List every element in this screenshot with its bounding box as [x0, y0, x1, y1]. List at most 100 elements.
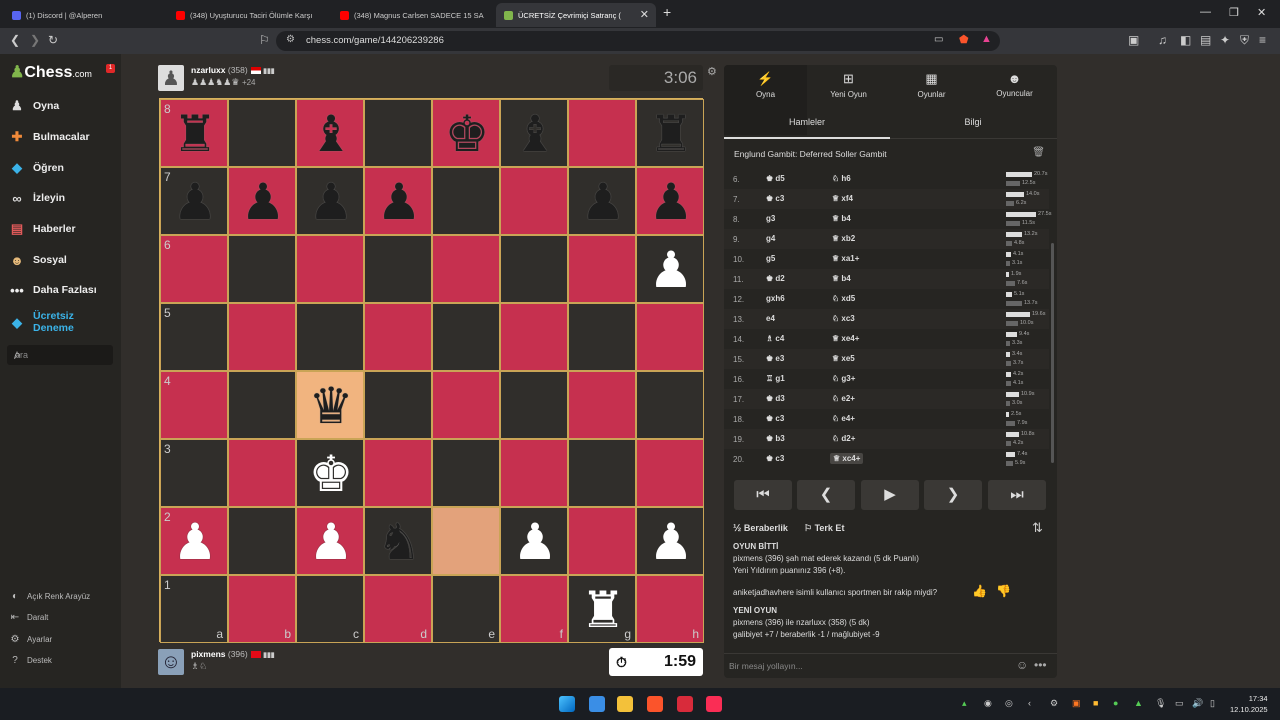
square-b5[interactable] — [228, 303, 296, 371]
gear-icon[interactable]: ⚙ — [707, 65, 717, 78]
apple-music-icon[interactable] — [706, 696, 722, 712]
tab-moves[interactable]: Hamleler — [724, 117, 890, 127]
square-d5[interactable] — [364, 303, 432, 371]
black-move[interactable]: ♘ d2+ — [832, 434, 855, 443]
square-e8[interactable]: ♚ — [432, 99, 500, 167]
settings-button[interactable]: ⚙ Ayarlar — [9, 634, 53, 645]
start-icon[interactable] — [559, 696, 575, 712]
chess-piece[interactable]: ♟ — [637, 236, 705, 304]
square-c3[interactable]: ♚ — [296, 439, 364, 507]
white-move[interactable]: e4 — [766, 314, 775, 323]
square-a7[interactable]: 7 ♟ — [160, 167, 228, 235]
file-explorer-icon[interactable] — [617, 696, 633, 712]
square-g4[interactable] — [568, 371, 636, 439]
tab-players[interactable]: ☻ Oyuncular — [973, 71, 1056, 98]
square-f8[interactable]: ♝ — [500, 99, 568, 167]
chess-piece[interactable]: ♞ — [365, 508, 433, 576]
music-icon[interactable]: ♫ — [1158, 33, 1167, 47]
square-h5[interactable] — [636, 303, 704, 371]
square-e1[interactable]: e — [432, 575, 500, 643]
chess-logo[interactable]: ♟Chess.com — [10, 62, 92, 82]
square-d6[interactable] — [364, 235, 432, 303]
square-a6[interactable]: 6 — [160, 235, 228, 303]
tray-icon[interactable]: ▲ — [1134, 698, 1143, 708]
square-a2[interactable]: 2 ♟ — [160, 507, 228, 575]
brave-icon[interactable] — [647, 696, 663, 712]
white-move[interactable]: ♚ c3 — [766, 454, 784, 463]
chess-piece[interactable]: ♟ — [637, 508, 705, 576]
draw-button[interactable]: ½ Beraberlik — [733, 523, 788, 534]
opening-name[interactable]: Englund Gambit: Deferred Soller Gambit — [734, 149, 887, 159]
back-icon[interactable]: ❮ — [10, 33, 20, 47]
chess-piece[interactable]: ♚ — [433, 100, 501, 168]
prev-move-button[interactable]: ❮ — [797, 480, 855, 510]
square-g8[interactable] — [568, 99, 636, 167]
chess-piece[interactable]: ♟ — [569, 168, 637, 236]
square-e3[interactable] — [432, 439, 500, 507]
square-g2[interactable] — [568, 507, 636, 575]
square-g3[interactable] — [568, 439, 636, 507]
black-move[interactable]: ♕ xa1+ — [832, 254, 859, 263]
chess-piece[interactable]: ♚ — [297, 440, 365, 508]
square-b3[interactable] — [228, 439, 296, 507]
square-a3[interactable]: 3 — [160, 439, 228, 507]
battery-icon[interactable]: ▯ — [1210, 698, 1215, 709]
square-f3[interactable] — [500, 439, 568, 507]
player-name[interactable]: pixmens — [191, 649, 226, 659]
black-move[interactable]: ♕ b4 — [832, 274, 851, 283]
sidebar-toggle-icon[interactable]: ▣ — [1128, 33, 1139, 47]
collapse-button[interactable]: ⇤ Daralt — [9, 612, 49, 623]
square-h6[interactable]: ♟ — [636, 235, 704, 303]
square-e4[interactable] — [432, 371, 500, 439]
tray-icon[interactable]: ⚙ — [1050, 698, 1058, 709]
square-e7[interactable] — [432, 167, 500, 235]
browser-tab-active[interactable]: ÜCRETSİZ Çevrimiçi Satranç (✕ — [496, 3, 656, 27]
square-d4[interactable] — [364, 371, 432, 439]
tray-icon[interactable]: ● — [1113, 698, 1118, 708]
close-window-icon[interactable]: ✕ — [1257, 6, 1266, 19]
volume-icon[interactable]: 🔊 — [1192, 698, 1203, 709]
square-h4[interactable] — [636, 371, 704, 439]
chess-piece[interactable]: ♟ — [297, 508, 365, 576]
black-move[interactable]: ♘ e4+ — [832, 414, 855, 423]
search-input[interactable]: Ara ⌕ — [7, 345, 113, 365]
white-move[interactable]: ♚ c3 — [766, 194, 784, 203]
black-move[interactable]: ♘ h6 — [832, 174, 851, 183]
light-theme-button[interactable]: ◐ Açık Renk Arayüz — [9, 591, 90, 602]
chess-piece[interactable]: ♟ — [501, 508, 569, 576]
square-f1[interactable]: f — [500, 575, 568, 643]
address-bar[interactable]: ⚙ chess.com/game/144206239286 ▭ ⬟ ▲ — [276, 31, 1000, 51]
sidebar-item-watch[interactable]: ∞ İzleyin — [8, 190, 65, 206]
app-icon[interactable] — [677, 696, 693, 712]
thumbs-down-icon[interactable]: 👎 — [996, 584, 1011, 598]
square-h8[interactable]: ♜ — [636, 99, 704, 167]
square-d3[interactable] — [364, 439, 432, 507]
white-move[interactable]: ♚ d5 — [766, 174, 785, 183]
white-move[interactable]: g4 — [766, 234, 775, 243]
black-move[interactable]: ♕ xc4+ — [830, 453, 864, 464]
square-d7[interactable]: ♟ — [364, 167, 432, 235]
square-f6[interactable] — [500, 235, 568, 303]
more-icon[interactable]: ••• — [1034, 658, 1047, 672]
sidebar-item-learn[interactable]: ◆ Öğren — [8, 160, 64, 176]
square-g1[interactable]: g ♜ — [568, 575, 636, 643]
chess-piece[interactable]: ♟ — [637, 168, 705, 236]
black-move[interactable]: ♕ xe5 — [832, 354, 855, 363]
black-move[interactable]: ♕ b4 — [832, 214, 851, 223]
minimize-icon[interactable]: — — [1200, 6, 1211, 18]
square-f7[interactable] — [500, 167, 568, 235]
white-move[interactable]: ♚ d2 — [766, 274, 785, 283]
sidebar-item-puzzles[interactable]: ✚ Bulmacalar — [8, 129, 90, 145]
system-clock[interactable]: 17:34 12.10.2025 — [1230, 693, 1268, 715]
square-d8[interactable] — [364, 99, 432, 167]
chess-board[interactable]: 8 ♜ ♝ ♚ ♝ ♜ 7 ♟ ♟ ♟ ♟ ♟ ♟ 6 ♟ 5 4 ♛ 3 ♚ 2 ♟ ♟ ♞ ♟ ♟ 1 a b c d e f g ♜ h — [159, 98, 705, 643]
white-move[interactable]: ♗ c4 — [766, 334, 784, 343]
thumbs-up-icon[interactable]: 👍 — [972, 584, 987, 598]
square-c8[interactable]: ♝ — [296, 99, 364, 167]
white-move[interactable]: g5 — [766, 254, 775, 263]
reload-icon[interactable]: ↻ — [48, 33, 58, 47]
square-f4[interactable] — [500, 371, 568, 439]
square-d2[interactable]: ♞ — [364, 507, 432, 575]
flip-board-icon[interactable]: ⇅ — [1032, 520, 1043, 536]
trash-icon[interactable]: 🗑 — [1032, 147, 1045, 158]
